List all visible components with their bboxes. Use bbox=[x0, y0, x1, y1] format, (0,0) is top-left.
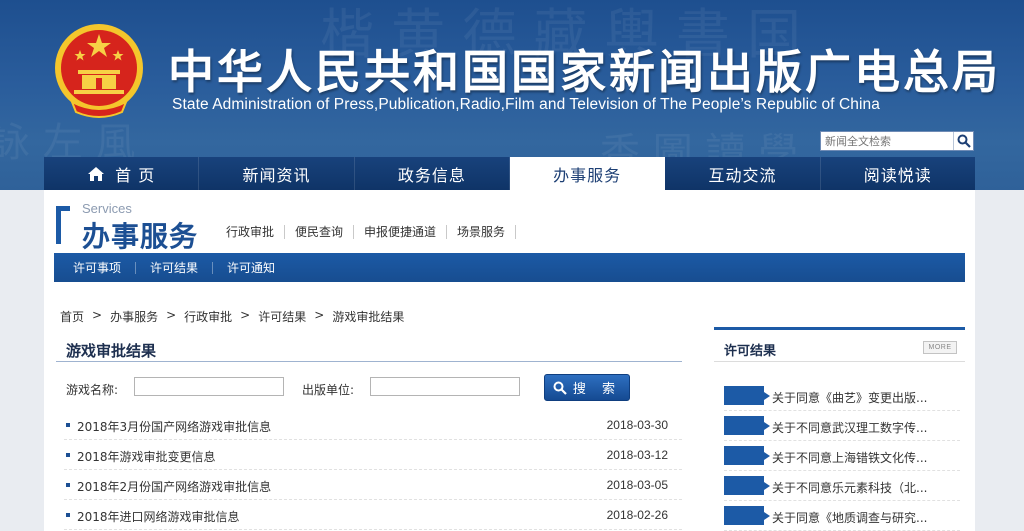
section-marker bbox=[56, 206, 70, 211]
list-item[interactable]: 2018年游戏审批变更信息 2018-03-12 bbox=[64, 440, 682, 470]
sidebar-item[interactable]: 关于不同意上海错铁文化传... bbox=[724, 441, 960, 471]
list-item[interactable]: 2018年2月份国产网络游戏审批信息 2018-03-05 bbox=[64, 470, 682, 500]
site-subtitle: State Administration of Press,Publicatio… bbox=[172, 96, 880, 113]
game-name-label: 游戏名称: bbox=[66, 383, 119, 397]
divider bbox=[515, 224, 517, 239]
list-item-date: 2018-03-12 bbox=[606, 448, 668, 462]
sublink-admin-approval[interactable]: 行政审批 bbox=[216, 223, 284, 240]
nav-news[interactable]: 新闻资讯 bbox=[199, 157, 355, 190]
breadcrumb-current: 游戏审批结果 bbox=[332, 310, 405, 324]
nav-reading[interactable]: 阅读悦读 bbox=[821, 157, 975, 190]
more-button[interactable]: MORE bbox=[923, 341, 957, 354]
sidebar-accent-line bbox=[714, 327, 965, 330]
sublink-public-query[interactable]: 便民查询 bbox=[285, 223, 353, 240]
bullet-icon bbox=[66, 453, 70, 457]
list-item-title[interactable]: 2018年游戏审批变更信息 bbox=[77, 448, 216, 465]
breadcrumb-permit-results[interactable]: 许可结果 bbox=[258, 308, 306, 325]
search-submit-label: 搜 索 bbox=[572, 382, 622, 397]
sidebar-item-title[interactable]: 关于同意《曲艺》变更出版... bbox=[772, 389, 927, 406]
list-item-date: 2018-02-26 bbox=[606, 508, 668, 522]
list-item-title[interactable]: 2018年进口网络游戏审批信息 bbox=[77, 508, 240, 525]
search-submit-button[interactable]: 搜 索 bbox=[544, 374, 630, 401]
sidebar-item-title[interactable]: 关于同意《地质调查与研究... bbox=[772, 509, 927, 526]
main-nav: 首 页 新闻资讯 政务信息 办事服务 互动交流 阅读悦读 bbox=[44, 157, 975, 190]
list-item-date: 2018-03-30 bbox=[606, 418, 668, 432]
breadcrumb: 首页 > 办事服务 > 行政审批 > 许可结果 > 游戏审批结果 bbox=[60, 308, 412, 325]
arrow-block-icon bbox=[724, 416, 770, 435]
breadcrumb-separator: > bbox=[314, 308, 325, 322]
main-content: 首页 > 办事服务 > 行政审批 > 许可结果 > 游戏审批结果 游戏审批结果 … bbox=[44, 296, 975, 531]
services-sublinks: 行政审批 便民查询 申报便捷通道 场景服务 bbox=[216, 223, 517, 240]
services-subnav-bar: 许可事项 许可结果 许可通知 bbox=[54, 253, 965, 282]
national-emblem-icon bbox=[55, 24, 143, 118]
bullet-icon bbox=[66, 483, 70, 487]
sidebar-list: 关于同意《曲艺》变更出版... 关于不同意武汉理工数字传... 关于不同意上海错… bbox=[724, 381, 960, 531]
sidebar-divider bbox=[714, 361, 965, 362]
services-cn-label: 办事服务 bbox=[82, 220, 199, 253]
breadcrumb-separator: > bbox=[92, 308, 103, 322]
subnav-permit-notices[interactable]: 许可通知 bbox=[213, 259, 289, 276]
breadcrumb-home[interactable]: 首页 bbox=[60, 308, 84, 325]
site-title: 中华人民共和国国家新闻出版广电总局 bbox=[168, 45, 1001, 99]
list-item-date: 2018-03-05 bbox=[606, 478, 668, 492]
bullet-icon bbox=[66, 513, 70, 517]
nav-interaction[interactable]: 互动交流 bbox=[665, 157, 821, 190]
results-list: 2018年3月份国产网络游戏审批信息 2018-03-30 2018年游戏审批变… bbox=[64, 410, 682, 530]
sublink-declaration-channel[interactable]: 申报便捷通道 bbox=[354, 223, 446, 240]
section-marker bbox=[56, 206, 61, 244]
arrow-block-icon bbox=[724, 446, 770, 465]
sidebar-item-title[interactable]: 关于不同意武汉理工数字传... bbox=[772, 419, 927, 436]
publisher-label: 出版单位: bbox=[302, 383, 355, 397]
home-icon bbox=[88, 166, 105, 181]
site-search-input[interactable] bbox=[821, 132, 953, 150]
search-icon bbox=[957, 134, 971, 148]
list-item[interactable]: 2018年进口网络游戏审批信息 2018-02-26 bbox=[64, 500, 682, 530]
nav-home[interactable]: 首 页 bbox=[44, 157, 200, 190]
sidebar-item-title[interactable]: 关于不同意乐元素科技（北... bbox=[772, 479, 927, 496]
subnav-permit-results[interactable]: 许可结果 bbox=[136, 259, 212, 276]
list-item[interactable]: 2018年3月份国产网络游戏审批信息 2018-03-30 bbox=[64, 410, 682, 440]
site-header: 楷 黄 德 藏 輿 書 国 詠 左 風 香 圖 讀 學 中华人民共和国国家新闻出… bbox=[0, 0, 1024, 190]
nav-home-label: 首 页 bbox=[115, 165, 156, 185]
arrow-block-icon bbox=[724, 506, 770, 525]
sidebar-item-title[interactable]: 关于不同意上海错铁文化传... bbox=[772, 449, 927, 466]
search-button[interactable] bbox=[953, 132, 973, 150]
game-name-input[interactable] bbox=[134, 377, 284, 396]
search-icon bbox=[553, 381, 567, 395]
subnav-permit-items[interactable]: 许可事项 bbox=[59, 259, 135, 276]
list-item-title[interactable]: 2018年2月份国产网络游戏审批信息 bbox=[77, 478, 271, 495]
nav-services[interactable]: 办事服务 bbox=[509, 157, 666, 190]
arrow-block-icon bbox=[724, 476, 770, 495]
nav-government-info[interactable]: 政务信息 bbox=[355, 157, 510, 190]
services-en-label: Services bbox=[82, 201, 132, 216]
arrow-block-icon bbox=[724, 386, 770, 405]
publisher-input[interactable] bbox=[370, 377, 520, 396]
page-title: 游戏审批结果 bbox=[66, 342, 157, 360]
bullet-icon bbox=[66, 423, 70, 427]
search-filters: 游戏名称: 出版单位: 搜 索 bbox=[66, 374, 686, 404]
sidebar-item[interactable]: 关于同意《地质调查与研究... bbox=[724, 501, 960, 531]
sidebar-item[interactable]: 关于不同意武汉理工数字传... bbox=[724, 411, 960, 441]
site-search bbox=[820, 131, 974, 151]
breadcrumb-admin-approval[interactable]: 行政审批 bbox=[184, 308, 232, 325]
title-underline bbox=[56, 361, 682, 362]
sidebar-item[interactable]: 关于不同意乐元素科技（北... bbox=[724, 471, 960, 501]
list-item-title[interactable]: 2018年3月份国产网络游戏审批信息 bbox=[77, 418, 271, 435]
breadcrumb-services[interactable]: 办事服务 bbox=[110, 308, 158, 325]
sidebar-heading: 许可结果 bbox=[724, 344, 777, 359]
breadcrumb-separator: > bbox=[166, 308, 177, 322]
breadcrumb-separator: > bbox=[240, 308, 251, 322]
services-banner: Services 办事服务 行政审批 便民查询 申报便捷通道 场景服务 许可事项… bbox=[44, 190, 975, 296]
sublink-scenario-services[interactable]: 场景服务 bbox=[447, 223, 515, 240]
sidebar-item[interactable]: 关于同意《曲艺》变更出版... bbox=[724, 381, 960, 411]
